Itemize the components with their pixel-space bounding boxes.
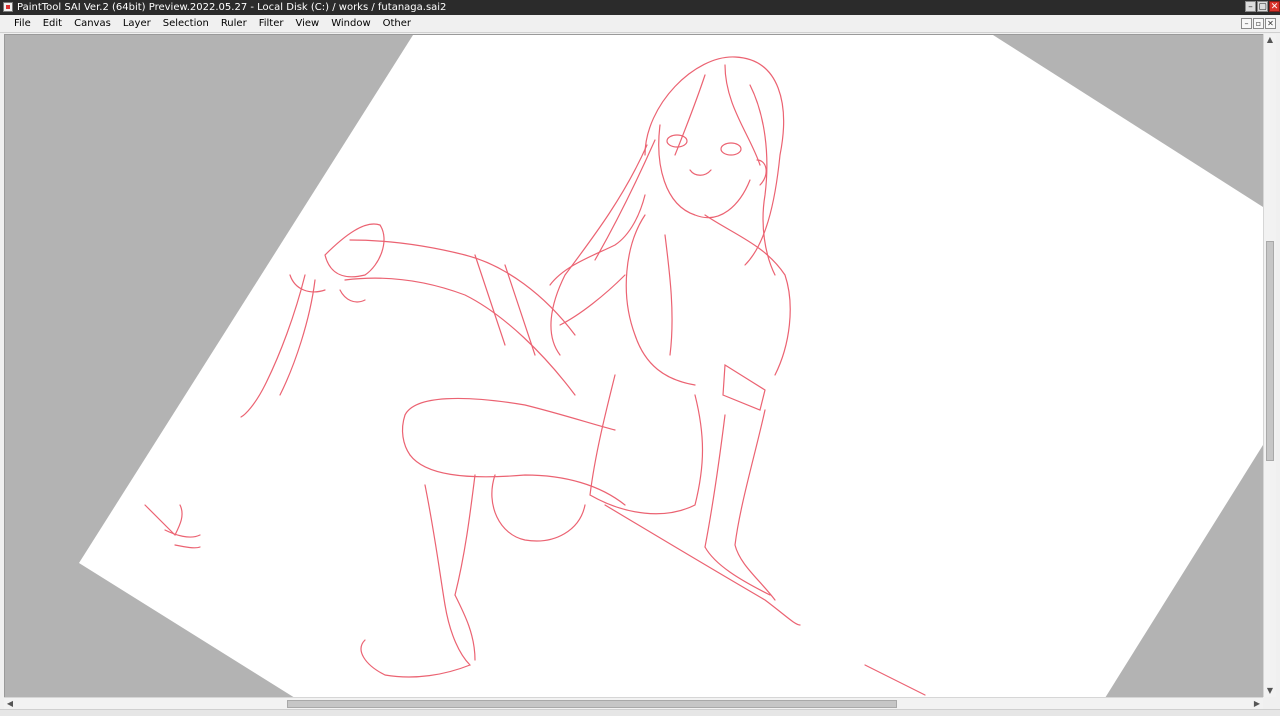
scrollbar-corner	[1263, 697, 1276, 709]
app-icon	[3, 2, 13, 12]
menu-other[interactable]: Other	[377, 15, 417, 32]
title-bar[interactable]: PaintTool SAI Ver.2 (64bit) Preview.2022…	[0, 0, 1280, 15]
menu-window[interactable]: Window	[325, 15, 376, 32]
document-minimize-button[interactable]: –	[1241, 18, 1252, 29]
menu-filter[interactable]: Filter	[253, 15, 290, 32]
restore-button[interactable]: ▢	[1257, 1, 1268, 12]
canvas-viewport[interactable]	[4, 34, 1263, 698]
canvas-svg[interactable]	[5, 35, 1263, 698]
document-controls: – ▫ ✕	[1241, 18, 1276, 29]
document-close-button[interactable]: ✕	[1265, 18, 1276, 29]
menu-layer[interactable]: Layer	[117, 15, 157, 32]
close-button[interactable]: ✕	[1269, 1, 1280, 12]
menu-canvas[interactable]: Canvas	[68, 15, 117, 32]
menu-file[interactable]: File	[8, 15, 37, 32]
document-restore-button[interactable]: ▫	[1253, 18, 1264, 29]
menu-edit[interactable]: Edit	[37, 15, 68, 32]
menu-view[interactable]: View	[289, 15, 325, 32]
canvas-paper[interactable]	[79, 35, 1263, 698]
vertical-scrollbar[interactable]: ▲ ▼	[1263, 34, 1276, 697]
vertical-scroll-thumb[interactable]	[1266, 241, 1274, 461]
menu-ruler[interactable]: Ruler	[215, 15, 253, 32]
menu-bar: File Edit Canvas Layer Selection Ruler F…	[0, 15, 1280, 33]
window-title: PaintTool SAI Ver.2 (64bit) Preview.2022…	[17, 2, 447, 13]
horizontal-scroll-thumb[interactable]	[287, 700, 897, 708]
scroll-down-arrow-icon[interactable]: ▼	[1264, 685, 1276, 697]
menu-selection[interactable]: Selection	[157, 15, 215, 32]
window-controls: – ▢ ✕	[1245, 1, 1280, 12]
scroll-up-arrow-icon[interactable]: ▲	[1264, 34, 1276, 46]
minimize-button[interactable]: –	[1245, 1, 1256, 12]
